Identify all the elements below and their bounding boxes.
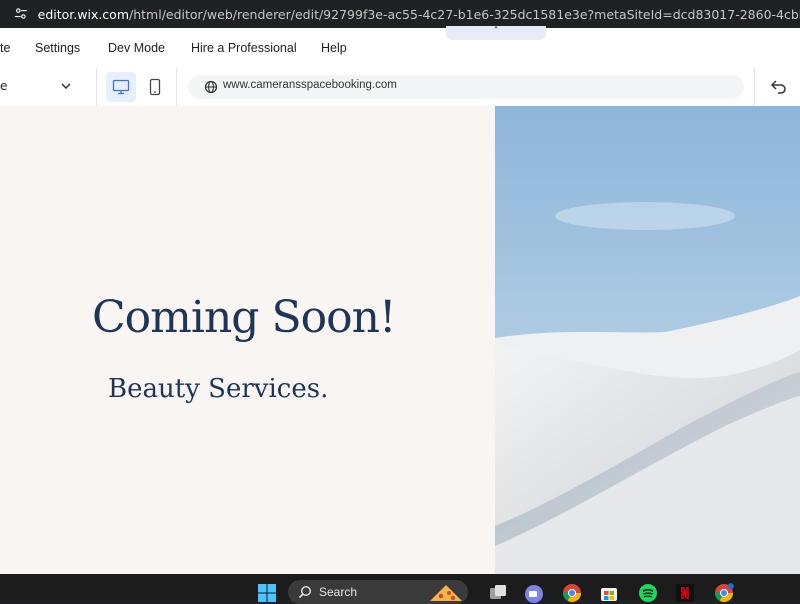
mobile-icon xyxy=(149,78,161,96)
toolbar-divider xyxy=(176,68,177,106)
page-subheadline[interactable]: Beauty Services. xyxy=(108,374,328,404)
globe-icon xyxy=(204,80,218,94)
desktop-view-button[interactable] xyxy=(106,72,136,102)
page-selector-label: e xyxy=(0,79,8,93)
desktop-icon xyxy=(112,79,130,95)
task-view-icon[interactable] xyxy=(488,583,508,603)
chevron-up-icon: ˄ xyxy=(493,26,499,37)
taskbar-search[interactable]: Search xyxy=(288,580,468,604)
store-icon[interactable] xyxy=(599,583,619,603)
menu-item-help[interactable]: Help xyxy=(321,28,347,68)
menu-item-hire-professional[interactable]: Hire a Professional xyxy=(191,28,297,68)
menu-item-site[interactable]: te xyxy=(0,28,10,68)
hero-image[interactable] xyxy=(495,106,800,574)
undo-icon[interactable] xyxy=(770,78,788,94)
windows-start-icon[interactable] xyxy=(257,583,277,603)
site-url-text: www.cameransspacebooking.com xyxy=(223,79,397,91)
netflix-icon[interactable] xyxy=(675,583,695,603)
browser-address-bar: editor.wix.com/html/editor/web/renderer/… xyxy=(0,0,800,28)
site-url-field[interactable]: www.cameransspacebooking.com xyxy=(188,75,744,99)
windows-taskbar: Search xyxy=(0,574,800,604)
toolbar-divider xyxy=(754,68,755,106)
chrome-icon[interactable] xyxy=(562,583,582,603)
mobile-view-button[interactable] xyxy=(140,72,170,102)
search-icon xyxy=(298,585,312,599)
chevron-down-icon xyxy=(61,83,71,90)
page-selector[interactable]: e xyxy=(0,68,97,106)
chrome-profile-icon[interactable] xyxy=(714,583,734,603)
url-host: editor.wix.com xyxy=(37,6,130,22)
teams-icon[interactable] xyxy=(524,583,544,603)
collapse-toolbar-tab[interactable]: ˄ xyxy=(446,26,546,40)
editor-canvas: Coming Soon! Beauty Services. xyxy=(0,106,800,574)
editor-toolbar: e www.cameransspacebooking.com xyxy=(0,68,800,107)
spotify-icon[interactable] xyxy=(638,583,658,603)
menu-item-dev-mode[interactable]: Dev Mode xyxy=(108,28,165,68)
pizza-icon xyxy=(430,585,462,601)
url-path: /html/editor/web/renderer/edit/92799f3e-… xyxy=(129,6,800,22)
site-settings-icon[interactable] xyxy=(14,6,28,22)
page-headline[interactable]: Coming Soon! xyxy=(92,292,397,343)
editor-menu-bar: te Settings Dev Mode Hire a Professional… xyxy=(0,28,800,69)
menu-item-settings[interactable]: Settings xyxy=(35,28,80,68)
hero-left-section[interactable]: Coming Soon! Beauty Services. xyxy=(0,106,495,574)
taskbar-search-label: Search xyxy=(319,585,358,599)
browser-url[interactable]: editor.wix.com/html/editor/web/renderer/… xyxy=(38,7,800,22)
sand-dune-image xyxy=(495,106,800,574)
